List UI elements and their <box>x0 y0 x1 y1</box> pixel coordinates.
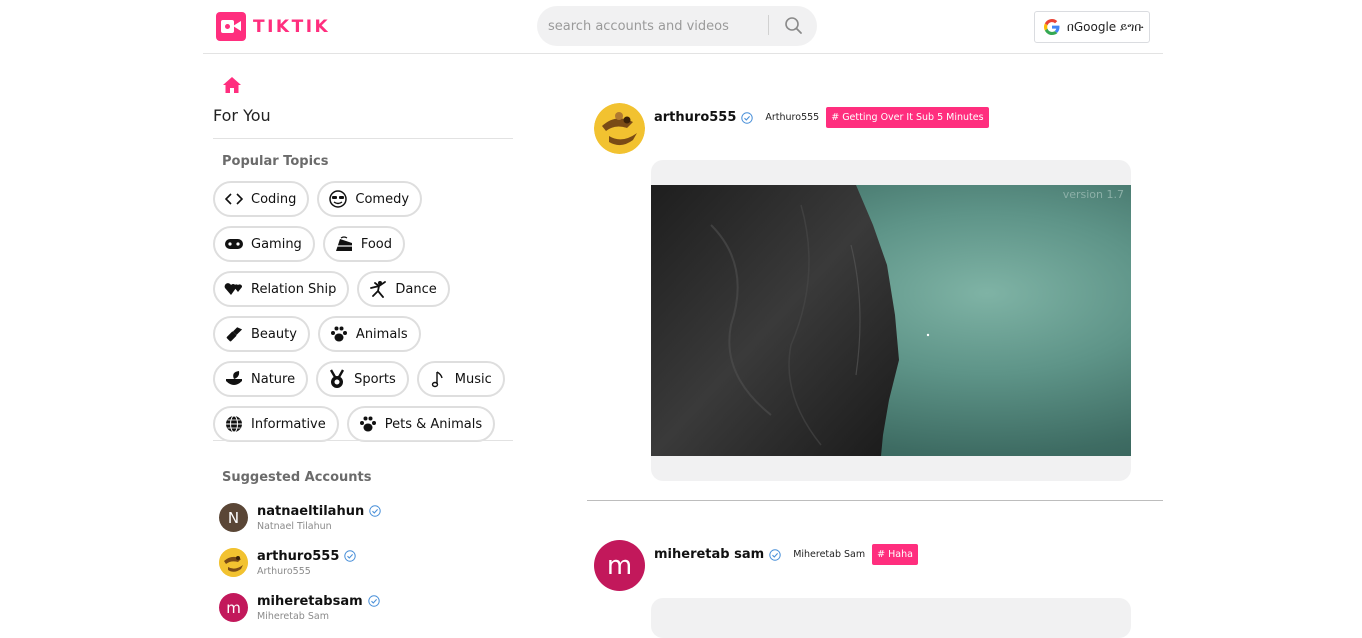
topics-list: Coding Comedy Gaming Food Relation Ship <box>213 181 518 442</box>
logo-text: TIKTIK <box>253 16 331 37</box>
account-display-name: Arthuro555 <box>257 565 311 577</box>
topic-label: Pets & Animals <box>384 416 483 432</box>
topic-label: Music <box>454 371 492 387</box>
post-avatar[interactable]: m <box>594 540 645 591</box>
topic-chip-sports[interactable]: Sports <box>316 361 409 397</box>
topic-label: Sports <box>354 371 396 387</box>
search-separator <box>768 15 769 35</box>
globe-icon <box>224 414 244 434</box>
paw-icon <box>358 414 378 434</box>
account-username: arthuro555 <box>257 548 340 564</box>
video-player[interactable]: version 1.7 <box>651 185 1131 456</box>
topic-chip-relationship[interactable]: Relation Ship <box>213 271 350 307</box>
lipstick-icon <box>224 324 244 344</box>
verified-icon <box>367 595 380 607</box>
post-display-name: Miheretab Sam <box>793 549 866 560</box>
search-icon[interactable] <box>783 15 805 37</box>
post-username[interactable]: arthuro555 <box>654 110 736 125</box>
topic-label: Gaming <box>251 236 302 252</box>
account-display-name: Miheretab Sam <box>257 610 329 622</box>
home-icon[interactable] <box>222 76 242 94</box>
top-bar: TIKTIK በGoogle ይግቡ <box>203 0 1163 54</box>
topic-chip-gaming[interactable]: Gaming <box>213 226 315 262</box>
feed-post: arthuro555 Arthuro555 # Getting Over It … <box>594 103 989 154</box>
leaf-icon <box>224 369 244 389</box>
suggested-accounts-title: Suggested Accounts <box>222 470 372 485</box>
post-avatar[interactable] <box>594 103 645 154</box>
verified-icon <box>344 550 357 562</box>
verified-icon <box>369 505 381 517</box>
feed-post: m miheretab sam Miheretab Sam # Haha <box>594 540 918 591</box>
post-display-name: Arthuro555 <box>765 112 820 123</box>
hearts-icon <box>224 279 244 299</box>
topic-chip-music[interactable]: Music <box>416 361 505 397</box>
google-icon <box>1044 19 1060 35</box>
popular-topics-title: Popular Topics <box>222 154 329 169</box>
topic-chip-informative[interactable]: Informative <box>213 406 339 442</box>
post-topic-tag[interactable]: # Haha <box>872 544 918 565</box>
topic-chip-beauty[interactable]: Beauty <box>213 316 310 352</box>
verified-icon <box>741 111 754 124</box>
account-username: miheretabsam <box>257 593 363 609</box>
google-login-button[interactable]: በGoogle ይግቡ <box>1034 11 1150 43</box>
account-display-name: Natnael Tilahun <box>257 520 332 532</box>
avatar <box>219 548 248 577</box>
music-note-icon <box>428 369 448 389</box>
code-icon <box>224 189 244 209</box>
dance-icon <box>368 279 388 299</box>
cake-icon <box>334 234 354 254</box>
feed-divider <box>587 500 1163 501</box>
topic-label: Beauty <box>251 326 297 342</box>
search-input[interactable] <box>548 18 768 34</box>
account-username: natnaeltilahun <box>257 503 365 519</box>
topic-chip-animals[interactable]: Animals <box>317 316 421 352</box>
for-you-link[interactable]: For You <box>213 106 271 125</box>
video-card[interactable] <box>651 598 1131 638</box>
topic-label: Dance <box>395 281 437 297</box>
topic-chip-food[interactable]: Food <box>322 226 405 262</box>
suggested-account[interactable]: m miheretabsam Miheretab Sam <box>219 593 380 622</box>
avatar: m <box>219 593 248 622</box>
paw-icon <box>329 324 349 344</box>
medal-icon <box>327 369 347 389</box>
topic-label: Nature <box>251 371 296 387</box>
google-login-label: በGoogle ይግቡ <box>1067 19 1144 34</box>
video-frame-rock <box>651 185 930 456</box>
search-bar <box>537 6 817 46</box>
divider <box>213 440 513 441</box>
suggested-account[interactable]: arthuro555 Arthuro555 <box>219 548 357 577</box>
topic-chip-dance[interactable]: Dance <box>357 271 450 307</box>
logo-icon <box>216 12 246 41</box>
topic-chip-coding[interactable]: Coding <box>213 181 310 217</box>
gamepad-icon <box>224 234 244 254</box>
topic-label: Animals <box>355 326 408 342</box>
topic-label: Informative <box>251 416 326 432</box>
suggested-account[interactable]: N natnaeltilahun Natnael Tilahun <box>219 503 381 532</box>
topic-label: Food <box>360 236 392 252</box>
topic-chip-comedy[interactable]: Comedy <box>317 181 423 217</box>
divider <box>213 138 513 139</box>
sunglasses-emoji-icon <box>328 189 348 209</box>
video-version-label: version 1.7 <box>1062 188 1124 201</box>
post-topic-tag[interactable]: # Getting Over It Sub 5 Minutes <box>826 107 989 128</box>
avatar: N <box>219 503 248 532</box>
topic-chip-pets-animals[interactable]: Pets & Animals <box>346 406 496 442</box>
verified-icon <box>769 548 781 561</box>
topic-chip-nature[interactable]: Nature <box>213 361 309 397</box>
topic-label: Comedy <box>355 191 410 207</box>
logo[interactable]: TIKTIK <box>216 12 330 41</box>
post-username[interactable]: miheretab sam <box>654 547 764 562</box>
topic-label: Coding <box>251 191 297 207</box>
video-card: version 1.7 <box>651 160 1131 481</box>
topic-label: Relation Ship <box>251 281 337 297</box>
